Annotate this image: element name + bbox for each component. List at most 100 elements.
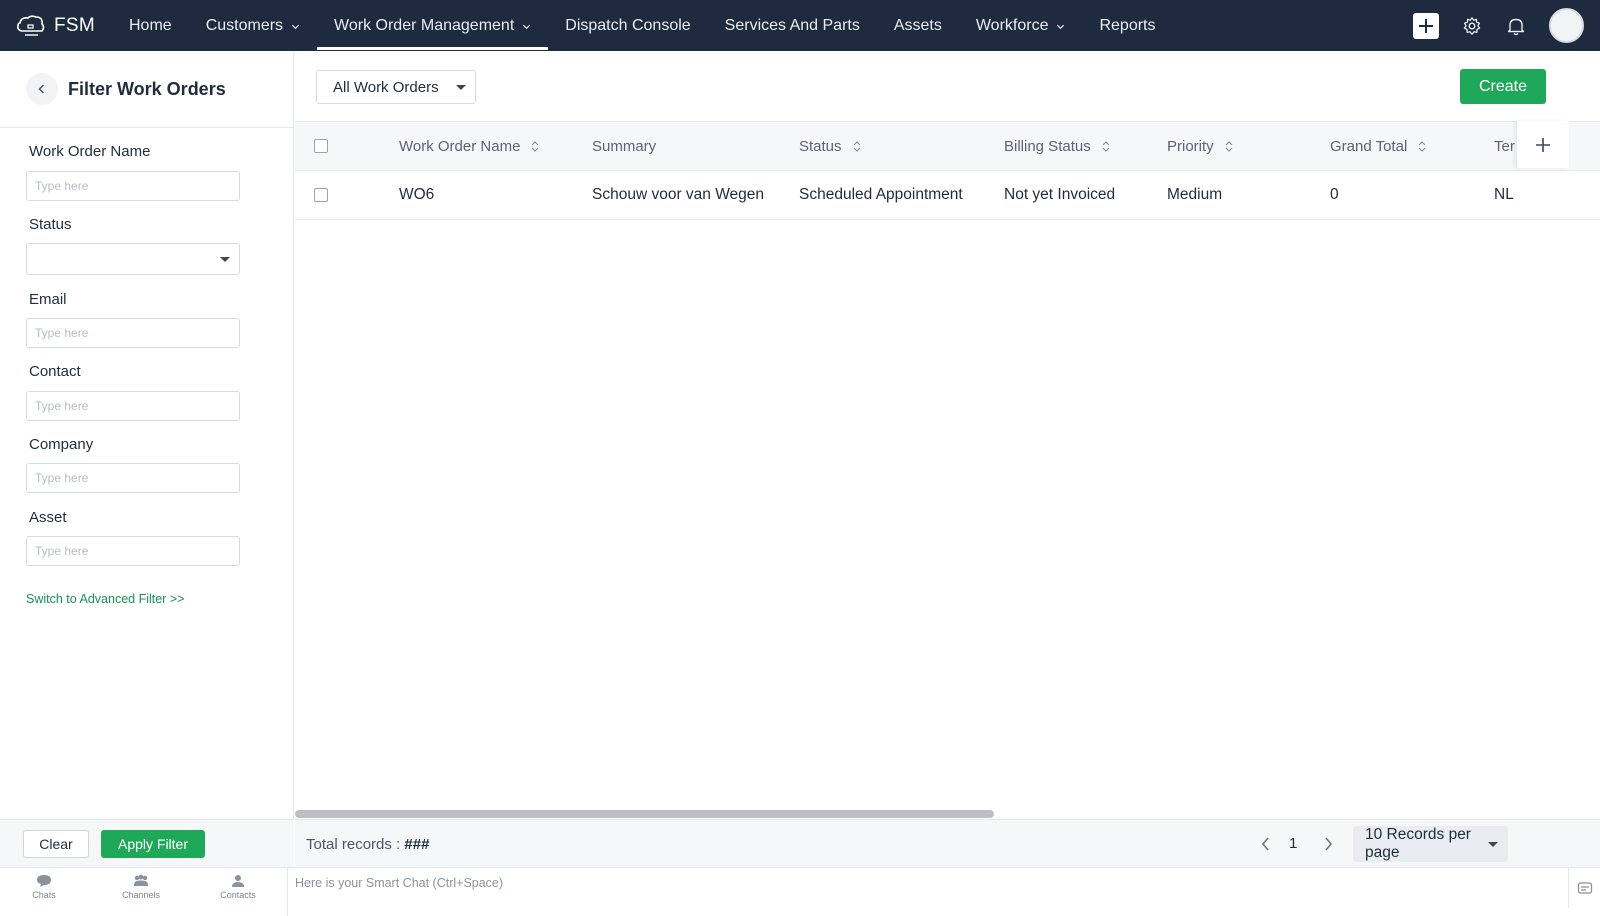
column-label: Ter [1494, 137, 1515, 155]
column-label: Priority [1167, 137, 1214, 155]
chevron-left-icon [38, 84, 45, 94]
row-checkbox[interactable] [314, 188, 328, 202]
nav-item-work-order-management[interactable]: Work Order Management [317, 0, 549, 51]
column-label: Billing Status [1004, 137, 1091, 155]
filter-title: Filter Work Orders [68, 78, 226, 99]
caret-down-icon [1488, 842, 1498, 847]
column-header-territory[interactable]: Ter [1494, 122, 1515, 170]
column-label: Work Order Name [399, 137, 521, 155]
email-input[interactable] [26, 318, 240, 348]
select-all-checkbox[interactable] [314, 139, 328, 153]
nav-item-dispatch-console[interactable]: Dispatch Console [548, 0, 707, 51]
cell-summary: Schouw voor van Wegen [592, 186, 765, 203]
nav-label: Customers [205, 16, 284, 34]
contacts-tab[interactable]: Contacts [208, 874, 268, 900]
smart-chat-input[interactable]: Here is your Smart Chat (Ctrl+Space) [295, 858, 503, 907]
nav-item-home[interactable]: Home [112, 0, 189, 51]
nav-actions [1413, 0, 1600, 51]
user-avatar[interactable] [1549, 8, 1584, 43]
column-label: Summary [592, 137, 657, 155]
horizontal-scrollbar[interactable] [295, 810, 994, 818]
sort-icon [1225, 140, 1233, 152]
total-records-label: Total records : [306, 836, 401, 853]
brand[interactable]: FSM [0, 0, 112, 51]
status-select[interactable] [26, 243, 240, 275]
cell-work-order-name[interactable]: WO6 [399, 171, 434, 219]
chevron-down-icon [291, 24, 300, 30]
channels-tab[interactable]: Channels [111, 874, 171, 900]
nav-item-assets[interactable]: Assets [877, 0, 959, 51]
chevron-left-icon[interactable] [1259, 835, 1273, 853]
filter-header: Filter Work Orders [0, 51, 293, 128]
chevron-right-icon[interactable] [1321, 835, 1335, 853]
current-page: 1 [1289, 835, 1298, 852]
chevron-down-icon [1057, 24, 1065, 30]
table-header: Work Order Name Summary Status Billing S… [295, 121, 1600, 171]
nav-label: Reports [1099, 16, 1156, 34]
status-label: Status [29, 216, 72, 233]
column-header-priority[interactable]: Priority [1167, 122, 1233, 170]
sort-icon [1418, 140, 1426, 152]
chevron-down-icon [523, 24, 531, 30]
settings-button[interactable] [1461, 15, 1483, 37]
caret-down-icon [456, 85, 466, 90]
tab-label: Channels [121, 890, 161, 900]
sort-icon [853, 140, 860, 152]
cell-status: Scheduled Appointment [799, 186, 963, 203]
create-button[interactable]: Create [1460, 69, 1546, 104]
top-navigation: FSM Home Customers Work Order Management… [0, 0, 1600, 51]
nav-label: Home [129, 16, 172, 34]
apply-filter-button[interactable]: Apply Filter [101, 830, 205, 858]
sort-icon [531, 140, 539, 152]
plus-icon [1536, 137, 1550, 152]
column-header-status[interactable]: Status [799, 122, 861, 170]
quick-create-button[interactable] [1413, 12, 1439, 39]
nav-item-reports[interactable]: Reports [1082, 0, 1172, 51]
column-header-work-order-name[interactable]: Work Order Name [399, 122, 539, 170]
cell-grand-total: 0 [1330, 186, 1339, 203]
table-row[interactable]: WO6 Schouw voor van Wegen Scheduled Appo… [295, 171, 1600, 220]
column-header-grand-total[interactable]: Grand Total [1330, 122, 1426, 170]
back-button[interactable] [26, 73, 58, 105]
chat-divider [287, 868, 288, 916]
asset-input[interactable] [26, 536, 240, 566]
brand-name: FSM [54, 14, 96, 36]
records-per-page-value: 10 Records per page [1365, 826, 1471, 861]
company-label: Company [29, 436, 94, 453]
chats-tab[interactable]: Chats [14, 874, 74, 900]
sort-icon [1102, 140, 1110, 152]
nav-item-customers[interactable]: Customers [189, 0, 317, 51]
chat-window-icon [1577, 882, 1592, 894]
nav-item-workforce[interactable]: Workforce [959, 0, 1083, 51]
tab-label: Chats [32, 890, 56, 900]
company-input[interactable] [26, 463, 240, 493]
total-records: Total records : ### [306, 836, 429, 853]
column-label: Grand Total [1330, 137, 1408, 155]
fsm-logo-icon [17, 14, 45, 36]
notifications-button[interactable] [1505, 15, 1527, 37]
clear-button[interactable]: Clear [23, 830, 89, 858]
column-label: Status [799, 137, 842, 155]
contact-label: Contact [29, 363, 81, 380]
caret-down-icon [220, 257, 230, 262]
work-order-name-input[interactable] [26, 171, 240, 201]
add-column-button[interactable] [1516, 121, 1569, 168]
nav-item-services-and-parts[interactable]: Services And Parts [708, 0, 877, 51]
column-header-billing-status[interactable]: Billing Status [1004, 122, 1110, 170]
channels-icon [134, 874, 148, 886]
advanced-filter-link[interactable]: Switch to Advanced Filter >> [26, 592, 184, 606]
gear-icon [1463, 16, 1481, 35]
view-selector[interactable]: All Work Orders [316, 70, 476, 104]
smart-chat-bar: Chats Channels Contacts Here is your Sma… [0, 867, 1600, 916]
column-header-summary[interactable]: Summary [592, 122, 656, 170]
nav-label: Services And Parts [724, 16, 860, 34]
filter-footer: Clear Apply Filter [0, 819, 294, 867]
records-per-page-select[interactable]: 10 Records per page [1353, 826, 1508, 862]
chat-window-button[interactable] [1568, 868, 1600, 908]
nav-label: Workforce [975, 16, 1049, 34]
view-selector-value: All Work Orders [333, 78, 439, 96]
nav-label: Assets [893, 16, 942, 34]
bell-icon [1507, 18, 1525, 35]
work-order-name-label: Work Order Name [29, 143, 151, 160]
contact-input[interactable] [26, 391, 240, 421]
